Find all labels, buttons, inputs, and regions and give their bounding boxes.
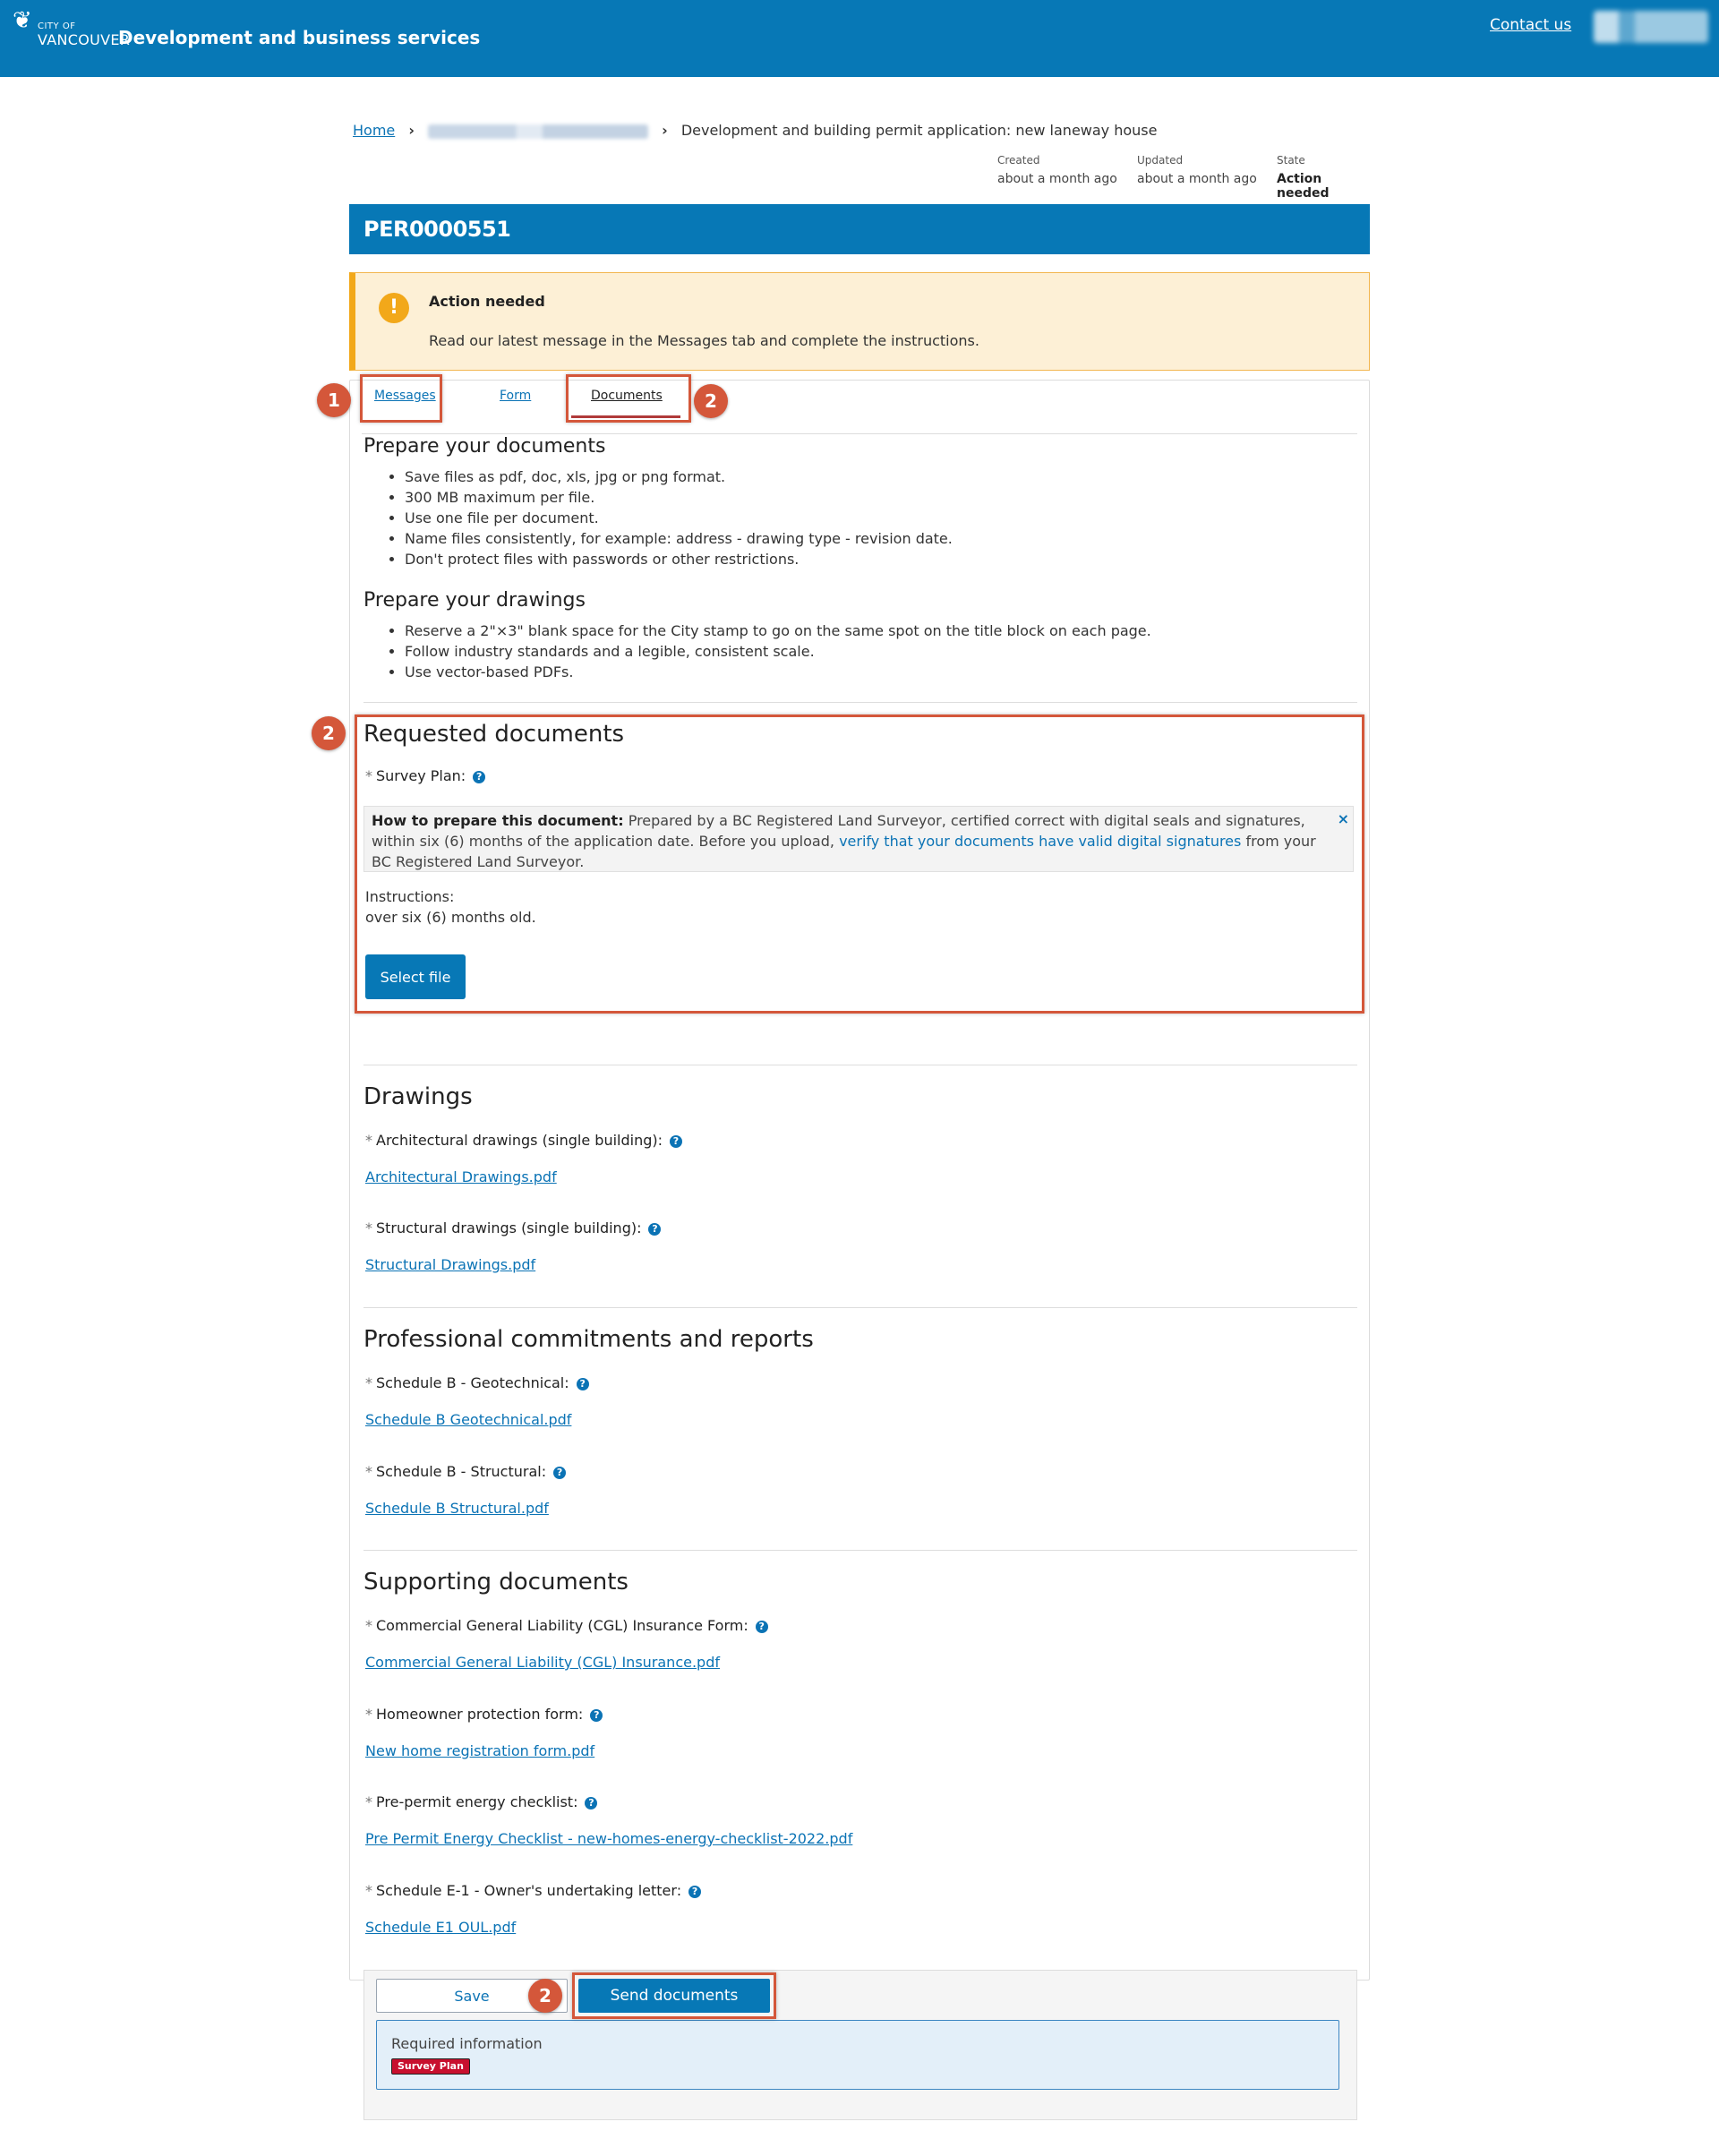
leaf-logo-icon: ❦ (13, 7, 32, 34)
field-label-architectural: * Architectural drawings (single building… (365, 1132, 682, 1149)
exclamation-icon: ! (379, 293, 409, 323)
alert-message: Read our latest message in the Messages … (429, 332, 979, 349)
chevron-right-icon: › (408, 122, 415, 139)
field-label-structural: * Structural drawings (single building):? (365, 1219, 662, 1236)
file-link-cgl[interactable]: Commercial General Liability (CGL) Insur… (365, 1654, 720, 1671)
help-icon[interactable]: ? (585, 1797, 598, 1810)
section-divider (363, 702, 1357, 703)
professional-heading: Professional commitments and reports (363, 1326, 814, 1353)
field-label-schedule-e1: * Schedule E-1 - Owner's undertaking lett… (365, 1882, 702, 1899)
annotation-badge-2-requested: 2 (312, 716, 346, 750)
prepare-drawings-heading: Prepare your drawings (363, 589, 586, 612)
site-header: ❦ CITY OF VANCOUVER Development and busi… (0, 0, 1719, 77)
city-of-vancouver-logo[interactable]: ❦ CITY OF VANCOUVER (13, 7, 130, 48)
annotation-box-send-button (572, 1972, 776, 2019)
annotation-badge-1: 1 (317, 383, 351, 417)
file-link-architectural[interactable]: Architectural Drawings.pdf (365, 1168, 557, 1185)
help-icon[interactable]: ? (648, 1223, 662, 1236)
file-link-schedule-e1[interactable]: Schedule E1 OUL.pdf (365, 1919, 516, 1936)
meta-updated-label: Updated (1137, 154, 1184, 167)
meta-updated-value: about a month ago (1137, 172, 1257, 186)
meta-state: State Action needed (1277, 154, 1370, 201)
prepare-documents-list: Save files as pdf, doc, xls, jpg or png … (392, 466, 953, 569)
field-label-geotechnical: * Schedule B - Geotechnical:? (365, 1374, 589, 1391)
logo-vancouver-text: VANCOUVER (38, 31, 131, 48)
required-information-panel: Required information Survey Plan (376, 2020, 1339, 2090)
prepare-documents-heading: Prepare your documents (363, 435, 606, 458)
list-item: Follow industry standards and a legible,… (405, 641, 1151, 662)
breadcrumb-home-link[interactable]: Home (353, 122, 395, 139)
help-icon[interactable]: ? (576, 1378, 589, 1390)
help-icon[interactable]: ? (670, 1135, 682, 1148)
field-label-energy-checklist: * Pre-permit energy checklist:? (365, 1793, 598, 1810)
list-item: Name files consistently, for example: ad… (405, 528, 953, 549)
meta-updated: Updated about a month ago (1137, 154, 1257, 186)
annotation-box-messages-tab (360, 374, 442, 423)
file-link-homeowner[interactable]: New home registration form.pdf (365, 1742, 594, 1759)
annotation-badge-2-tab: 2 (694, 384, 728, 418)
meta-created: Created about a month ago (997, 154, 1117, 186)
list-item: Use vector-based PDFs. (405, 662, 1151, 682)
field-label-homeowner: * Homeowner protection form:? (365, 1706, 603, 1723)
section-divider (363, 1550, 1357, 1551)
logo-city-text: CITY OF (38, 21, 76, 31)
list-item: Save files as pdf, doc, xls, jpg or png … (405, 466, 953, 487)
list-item: 300 MB maximum per file. (405, 487, 953, 508)
supporting-heading: Supporting documents (363, 1569, 629, 1596)
permit-id-title: PER0000551 (349, 204, 1370, 254)
meta-state-value: Action needed (1277, 172, 1330, 201)
contact-us-link[interactable]: Contact us (1490, 16, 1571, 34)
file-link-structural[interactable]: Structural Drawings.pdf (365, 1256, 535, 1273)
help-icon[interactable]: ? (688, 1886, 702, 1898)
site-title: Development and business services (118, 27, 481, 48)
user-account-blurred[interactable] (1594, 11, 1708, 43)
file-link-energy-checklist[interactable]: Pre Permit Energy Checklist - new-homes-… (365, 1830, 852, 1847)
annotation-box-documents-tab (566, 374, 691, 423)
field-label-cgl: * Commercial General Liability (CGL) Insu… (365, 1617, 768, 1634)
list-item: Reserve a 2"×3" blank space for the City… (405, 620, 1151, 641)
file-link-geotechnical[interactable]: Schedule B Geotechnical.pdf (365, 1411, 571, 1428)
breadcrumb-blurred-item[interactable] (428, 124, 649, 139)
breadcrumb: Home › › Development and building permit… (353, 122, 1157, 139)
annotation-box-requested-documents (355, 714, 1364, 1014)
list-item: Use one file per document. (405, 508, 953, 528)
meta-created-value: about a month ago (997, 172, 1117, 186)
meta-state-label: State (1277, 154, 1305, 167)
meta-created-label: Created (997, 154, 1040, 167)
help-icon[interactable]: ? (590, 1709, 603, 1722)
drawings-heading: Drawings (363, 1083, 473, 1110)
help-icon[interactable]: ? (755, 1621, 768, 1633)
breadcrumb-current: Development and building permit applicat… (680, 122, 1158, 139)
required-information-title: Required information (391, 2035, 543, 2052)
list-item: Don't protect files with passwords or ot… (405, 549, 953, 569)
required-tag-survey-plan[interactable]: Survey Plan (391, 2058, 470, 2075)
tabs-divider (362, 433, 1357, 434)
help-icon[interactable]: ? (553, 1467, 567, 1479)
section-divider (363, 1307, 1357, 1308)
field-label-schedule-b-structural: * Schedule B - Structural:? (365, 1463, 567, 1480)
action-needed-alert: ! Action needed Read our latest message … (349, 272, 1370, 371)
annotation-badge-2-send: 2 (528, 1979, 562, 2013)
prepare-drawings-list: Reserve a 2"×3" blank space for the City… (392, 620, 1151, 682)
file-link-schedule-b-structural[interactable]: Schedule B Structural.pdf (365, 1500, 549, 1517)
tab-form[interactable]: Form (500, 389, 531, 403)
alert-title: Action needed (429, 293, 545, 310)
chevron-right-icon: › (662, 122, 668, 139)
